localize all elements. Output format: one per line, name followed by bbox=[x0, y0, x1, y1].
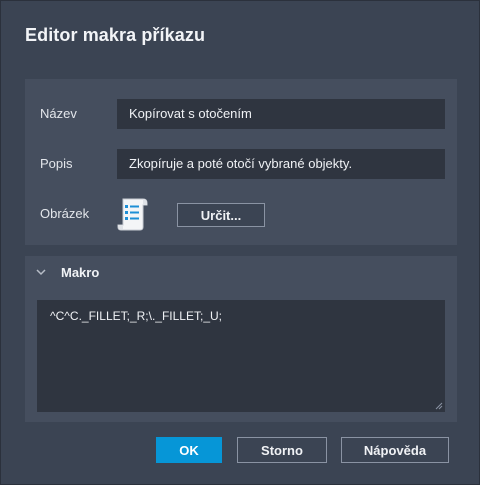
macro-title: Makro bbox=[61, 264, 100, 280]
help-button[interactable]: Nápověda bbox=[341, 437, 449, 463]
macro-header[interactable]: Makro bbox=[35, 264, 99, 280]
resize-grip-icon[interactable] bbox=[435, 402, 443, 410]
macro-textarea[interactable]: ^C^C._FILLET;_R;\._FILLET;_U; bbox=[37, 300, 445, 412]
name-label: Název bbox=[40, 106, 77, 121]
name-field[interactable]: Kopírovat s otočením bbox=[117, 99, 445, 129]
define-image-button[interactable]: Určit... bbox=[177, 203, 265, 227]
ok-button[interactable]: OK bbox=[156, 437, 222, 463]
cancel-button[interactable]: Storno bbox=[237, 437, 327, 463]
properties-panel: Název Kopírovat s otočením Popis Zkopíru… bbox=[25, 79, 457, 245]
chevron-down-icon[interactable] bbox=[35, 266, 47, 278]
description-field[interactable]: Zkopíruje a poté otočí vybrané objekty. bbox=[117, 149, 445, 179]
description-label: Popis bbox=[40, 156, 73, 171]
macro-panel: Makro ^C^C._FILLET;_R;\._FILLET;_U; bbox=[25, 256, 457, 422]
image-label: Obrázek bbox=[40, 206, 90, 221]
command-list-icon bbox=[117, 198, 148, 231]
command-macro-editor-dialog: Editor makra příkazu Název Kopírovat s o… bbox=[0, 0, 480, 485]
dialog-title: Editor makra příkazu bbox=[25, 25, 206, 45]
